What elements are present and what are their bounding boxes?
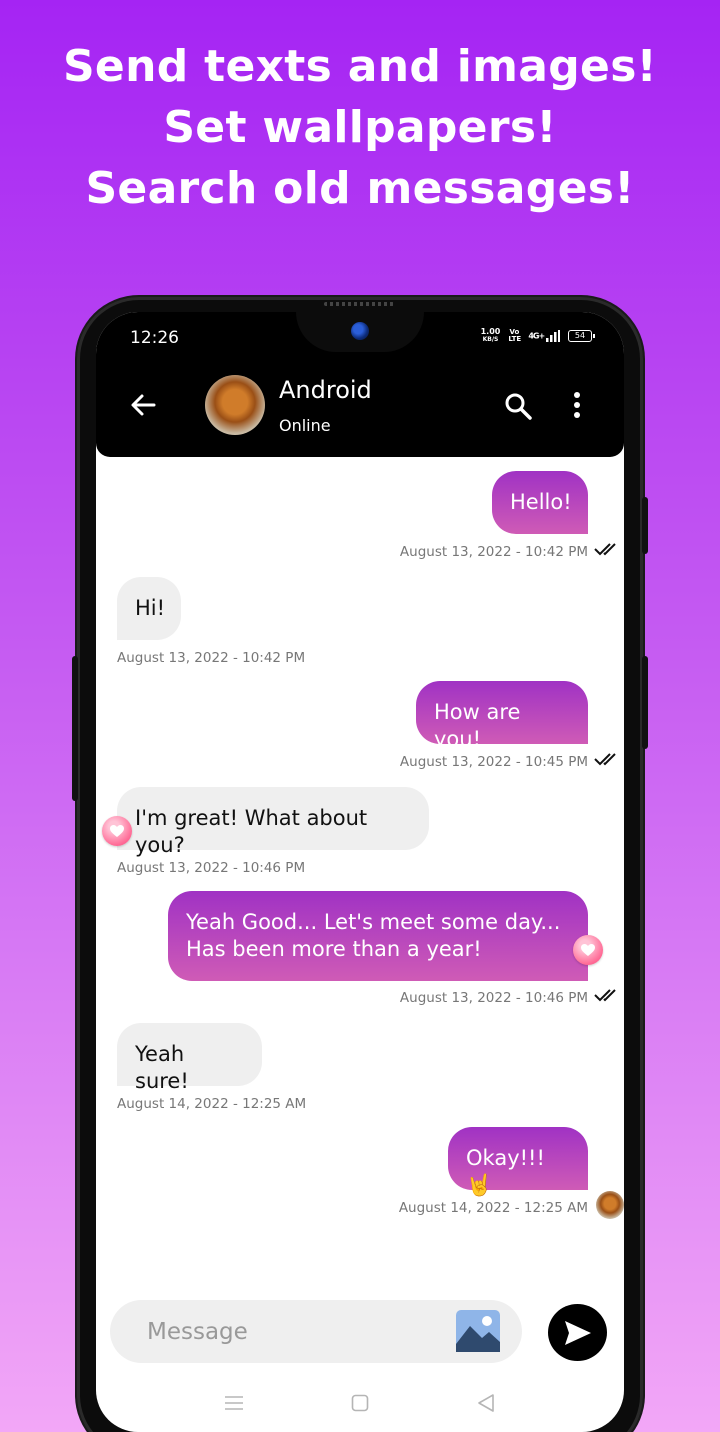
message-bubble-sent[interactable]: Yeah Good... Let's meet some day... Has … (168, 891, 588, 981)
message-input[interactable] (147, 1300, 447, 1363)
more-vert-icon[interactable] (562, 390, 592, 420)
search-icon[interactable] (503, 391, 533, 421)
message-text-line-2: Has been more than a year! (186, 937, 482, 961)
network-speed-value: 1.00 (480, 327, 501, 336)
contact-name[interactable]: Android (279, 376, 372, 404)
message-timestamp: August 13, 2022 - 10:46 PM (117, 860, 306, 876)
read-receipt-icon (594, 989, 616, 1002)
read-receipt-icon (594, 543, 616, 556)
message-timestamp: August 13, 2022 - 10:46 PM (399, 990, 588, 1006)
home-nav-icon[interactable] (351, 1394, 369, 1412)
back-arrow-icon[interactable] (128, 390, 158, 420)
send-button[interactable] (548, 1304, 607, 1361)
message-composer (110, 1300, 522, 1363)
status-icons: 1.00 KB/S Vo LTE 4G+ 54 (481, 328, 595, 344)
message-bubble-sent[interactable]: How are you! (416, 681, 588, 751)
message-text: Hello! (510, 490, 572, 514)
promo-line-1: Send texts and images! (62, 41, 658, 92)
earpiece-speaker (324, 302, 394, 306)
message-timestamp: August 13, 2022 - 10:45 PM (399, 754, 588, 770)
system-navigation-bar (96, 1382, 624, 1432)
heart-icon (581, 944, 595, 956)
menu-nav-icon[interactable] (224, 1395, 244, 1411)
status-time: 12:26 (130, 328, 179, 348)
message-bubble-sent[interactable]: Hello! (492, 471, 588, 534)
front-camera (351, 322, 369, 340)
heart-reaction-icon[interactable] (102, 816, 132, 846)
promo-line-3: Search old messages! (85, 163, 635, 214)
message-bubble-received[interactable]: Hi! (117, 577, 181, 640)
promo-line-2: Set wallpapers! (163, 102, 557, 153)
message-text: Hi! (135, 596, 166, 620)
contact-status: Online (279, 416, 331, 435)
message-text: How are you! (434, 700, 521, 751)
message-text-line-1: Yeah Good... Let's meet some day... (186, 910, 561, 934)
chat-header: 12:26 1.00 KB/S Vo LTE 4G+ 54 Android On… (96, 312, 624, 457)
network-speed-unit: KB/S (482, 336, 499, 343)
seen-by-avatar (596, 1191, 624, 1219)
message-timestamp: August 14, 2022 - 12:25 AM (117, 1096, 307, 1112)
signal-icon: 4G+ (528, 330, 560, 342)
send-icon (564, 1320, 591, 1345)
phone-screen: 12:26 1.00 KB/S Vo LTE 4G+ 54 Android On… (96, 312, 624, 1432)
battery-icon: 54 (568, 330, 595, 342)
promo-headline: Send texts and images! Set wallpapers! S… (0, 36, 720, 219)
message-text: Yeah sure! (135, 1042, 189, 1093)
network-speed: 1.00 KB/S (481, 328, 501, 344)
heart-reaction-icon[interactable] (573, 935, 603, 965)
volte-icon: Vo LTE (508, 328, 522, 343)
back-nav-icon[interactable] (477, 1393, 495, 1413)
read-receipt-icon (594, 753, 616, 766)
message-text: I'm great! What about you? (135, 806, 368, 857)
gallery-icon[interactable] (456, 1310, 500, 1352)
message-timestamp: August 13, 2022 - 10:42 PM (399, 544, 588, 560)
signal-bars-icon (546, 330, 560, 342)
message-timestamp: August 13, 2022 - 10:42 PM (117, 650, 306, 666)
network-type: 4G+ (528, 331, 545, 341)
heart-icon (110, 825, 124, 837)
message-text: Okay!!! 🤘 (466, 1146, 545, 1197)
power-button-bottom (642, 656, 648, 749)
volume-button (72, 656, 78, 801)
message-bubble-received[interactable]: Yeah sure! (117, 1023, 262, 1093)
power-button-top (642, 497, 648, 554)
message-bubble-received[interactable]: I'm great! What about you? (117, 787, 429, 857)
contact-avatar[interactable] (205, 375, 265, 435)
message-timestamp: August 14, 2022 - 12:25 AM (398, 1200, 588, 1216)
message-bubble-sent[interactable]: Okay!!! 🤘 (448, 1127, 588, 1197)
